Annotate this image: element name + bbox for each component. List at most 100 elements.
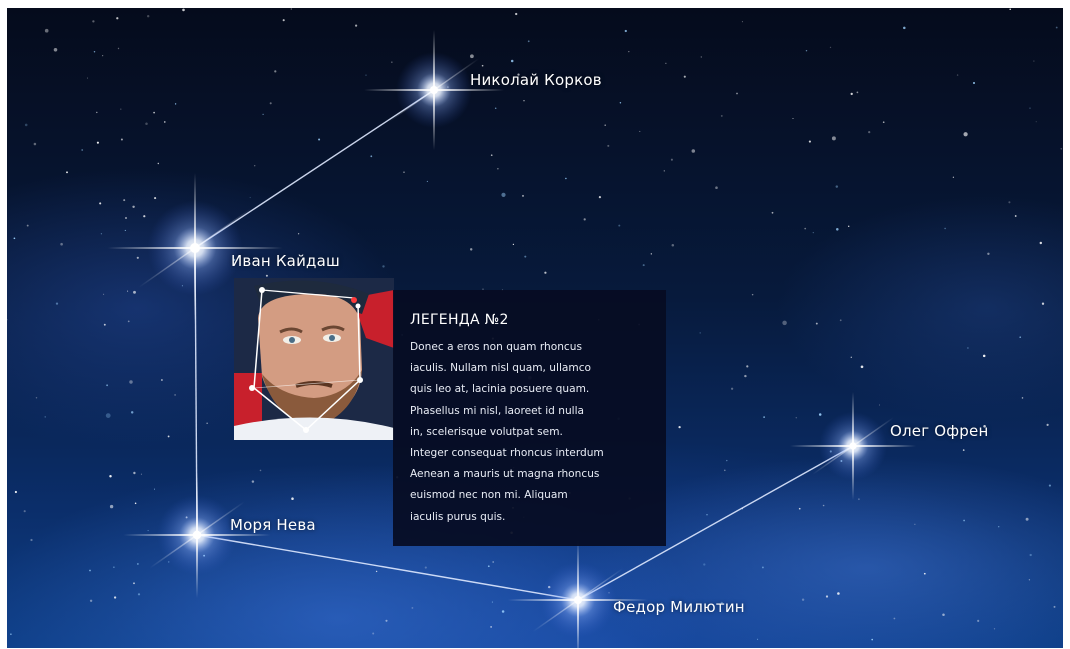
background-star xyxy=(145,122,148,126)
background-star xyxy=(604,124,606,126)
background-star xyxy=(736,92,738,95)
portrait-photo xyxy=(234,278,394,440)
background-star xyxy=(164,121,166,123)
legend-title: ЛЕГЕНДА №2 xyxy=(410,312,509,328)
background-star xyxy=(801,598,805,601)
background-star xyxy=(618,224,621,227)
star-label-ivan[interactable]: Иван Кайдаш xyxy=(231,252,340,270)
background-star xyxy=(726,459,728,462)
background-star xyxy=(124,229,126,231)
star-label-oleg[interactable]: Олег Офрен xyxy=(890,422,988,440)
background-star xyxy=(521,194,525,197)
background-star xyxy=(89,599,93,603)
legend-line: in, scelerisque volutpat sem. xyxy=(410,425,563,438)
background-star xyxy=(691,149,696,153)
background-star xyxy=(411,606,414,609)
background-star xyxy=(825,595,829,598)
background-star xyxy=(133,290,136,294)
background-star xyxy=(839,319,842,322)
background-star xyxy=(744,374,747,378)
background-star xyxy=(1029,553,1032,557)
background-star xyxy=(699,332,701,334)
star-label-morya[interactable]: Моря Нева xyxy=(230,516,316,534)
background-star xyxy=(1033,60,1035,62)
background-star xyxy=(804,227,807,230)
background-star xyxy=(249,196,251,199)
background-star xyxy=(993,628,996,630)
background-star xyxy=(120,108,122,110)
background-star xyxy=(14,490,17,494)
background-star xyxy=(253,164,256,167)
background-star xyxy=(26,224,29,227)
background-star xyxy=(798,507,801,510)
background-star xyxy=(624,29,627,33)
background-star xyxy=(469,248,473,251)
background-star xyxy=(66,171,68,174)
background-star xyxy=(147,15,150,18)
background-star xyxy=(182,8,185,12)
background-star xyxy=(93,51,96,53)
background-star xyxy=(663,170,665,172)
background-star xyxy=(33,142,37,146)
background-star xyxy=(403,171,405,174)
background-star xyxy=(903,26,906,30)
background-star xyxy=(730,387,734,390)
background-star xyxy=(967,347,969,349)
background-star xyxy=(544,271,547,274)
background-star xyxy=(130,411,134,414)
legend-line: Donec a eros non quam rhoncus xyxy=(410,341,582,353)
background-star xyxy=(815,322,818,325)
background-star xyxy=(977,619,980,622)
background-star xyxy=(492,561,495,563)
background-star xyxy=(763,416,765,418)
background-star xyxy=(105,413,111,418)
star-label-nikolay[interactable]: Николай Корков xyxy=(470,71,602,89)
background-star xyxy=(470,54,474,59)
background-star xyxy=(944,227,946,230)
background-star xyxy=(140,473,142,475)
bright-star-icon xyxy=(790,392,916,500)
background-star xyxy=(782,320,787,326)
background-star xyxy=(963,132,968,137)
background-star xyxy=(942,613,945,616)
background-star xyxy=(598,196,602,199)
background-star xyxy=(1046,423,1049,426)
background-star xyxy=(153,111,155,114)
background-star xyxy=(86,77,89,79)
background-star xyxy=(174,393,177,396)
background-star xyxy=(491,601,493,603)
background-star xyxy=(1009,8,1011,10)
background-star xyxy=(355,24,358,27)
background-star xyxy=(133,582,135,585)
background-star xyxy=(703,563,706,566)
legend-line: iaculis. Nullam nisl quam, ullamco xyxy=(410,362,592,375)
background-star xyxy=(23,510,26,513)
background-star xyxy=(103,323,106,326)
background-star xyxy=(120,138,123,141)
background-star xyxy=(44,416,46,418)
background-star xyxy=(962,449,965,451)
background-star xyxy=(375,570,378,573)
background-star xyxy=(89,569,91,572)
background-star xyxy=(1039,241,1043,245)
star-label-fedor[interactable]: Федор Милютин xyxy=(613,598,745,616)
background-star xyxy=(269,102,272,105)
background-star xyxy=(987,252,990,255)
background-star xyxy=(822,504,825,507)
background-star xyxy=(805,49,808,52)
background-star xyxy=(665,62,667,64)
background-star xyxy=(857,498,860,501)
background-star xyxy=(808,140,811,143)
background-star xyxy=(160,379,163,381)
background-star xyxy=(116,17,119,20)
background-star xyxy=(133,471,136,475)
background-star xyxy=(982,354,986,358)
background-star xyxy=(99,202,102,205)
legend-line: Aenean a mauris ut magna rhoncus xyxy=(410,468,600,481)
background-star xyxy=(724,469,726,472)
background-star xyxy=(639,130,641,132)
background-star xyxy=(642,264,645,267)
background-star xyxy=(137,563,139,565)
background-star xyxy=(678,425,681,429)
background-star xyxy=(92,20,95,23)
